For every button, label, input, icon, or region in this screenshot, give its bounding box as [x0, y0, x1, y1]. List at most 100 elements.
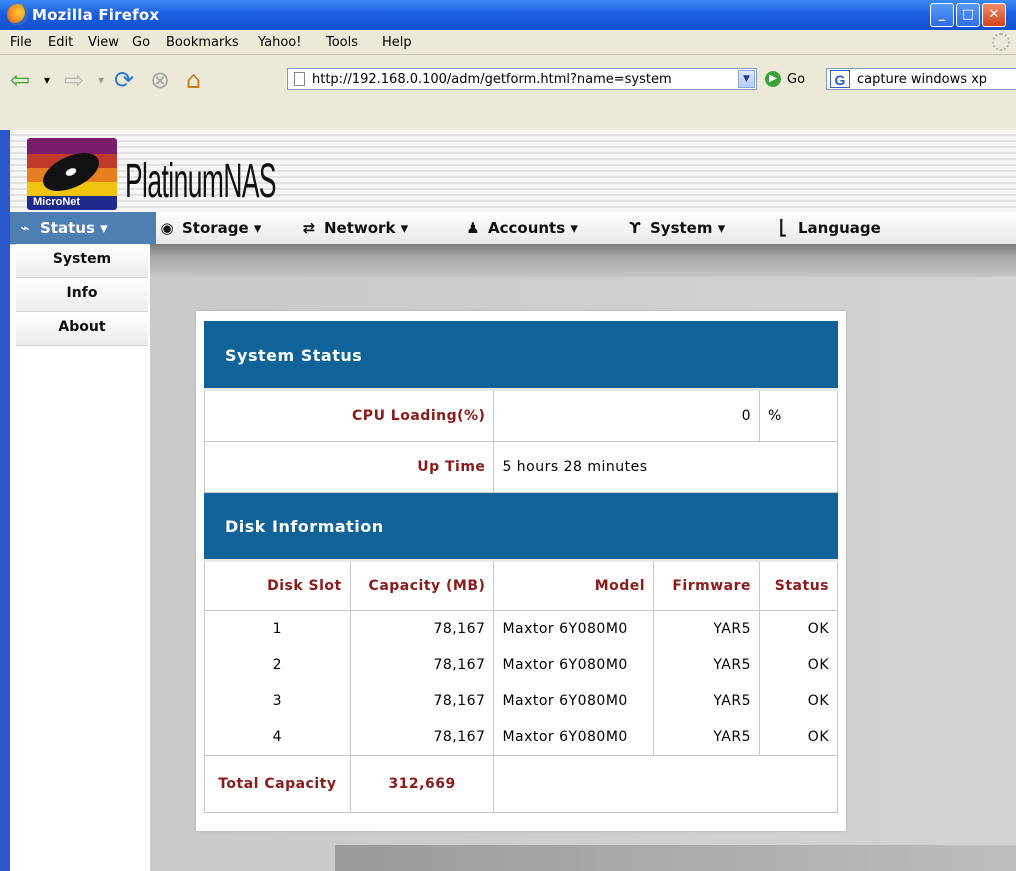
maximize-button[interactable]: □ [956, 3, 980, 27]
menu-help[interactable]: Help [382, 35, 412, 50]
disk-slot-cell: 1 [204, 610, 351, 647]
url-text: http://192.168.0.100/adm/getform.html?na… [312, 72, 672, 87]
disk-slot-cell: 2 [204, 647, 351, 683]
firmware-cell: YAR5 [653, 610, 760, 647]
search-input[interactable]: G capture windows xp [826, 68, 1016, 90]
go-arrow-icon[interactable]: ▶ [765, 71, 781, 87]
col-firmware: Firmware [653, 560, 760, 611]
nav-language-label: Language [798, 219, 881, 237]
total-capacity-label: Total Capacity [204, 755, 351, 813]
google-search-icon[interactable]: G [830, 70, 850, 88]
minimize-button[interactable]: _ [930, 3, 954, 27]
nav-language[interactable]: ⎣ Language [774, 212, 881, 244]
menu-tools[interactable]: Tools [326, 35, 358, 50]
capacity-cell: 78,167 [349, 610, 495, 647]
firmware-cell: YAR5 [653, 719, 760, 756]
subheader-bar [150, 244, 1016, 277]
status-table: System Status CPU Loading(%) 0 % Up Time… [203, 321, 838, 813]
navigation-toolbar: ⇦ ▾ ⇨ ▾ ⟳ ⊗ ⌂ http://192.168.0.100/adm/g… [0, 55, 1016, 130]
logo-text: MicroNet [31, 196, 83, 208]
users-icon: ♟ [466, 219, 480, 237]
status-dropdown-menu: System Info About [16, 244, 148, 346]
page-viewport: MicroNet PlatinumNAS ⌁ Status ▾ ◉ Storage … [10, 130, 1016, 871]
status-cell: OK [759, 719, 838, 756]
url-bar[interactable]: http://192.168.0.100/adm/getform.html?na… [287, 68, 757, 90]
page-icon [294, 72, 305, 86]
cpu-loading-unit: % [759, 389, 838, 442]
micronet-logo: MicroNet [27, 138, 117, 210]
status-menu-system[interactable]: System [16, 244, 148, 278]
nav-status-label: Status ▾ [40, 219, 108, 237]
status-cell: OK [759, 610, 838, 647]
go-button[interactable]: Go [787, 72, 805, 87]
model-cell: Maxtor 6Y080M0 [493, 683, 655, 719]
reload-icon[interactable]: ⟳ [114, 66, 134, 94]
close-button[interactable]: ✕ [982, 3, 1006, 27]
table-row: 2 78,167 Maxtor 6Y080M0 YAR5 OK [204, 647, 838, 683]
forward-arrow-icon[interactable]: ⇨ [64, 66, 84, 94]
disk-information-heading: Disk Information [204, 492, 838, 562]
capacity-cell: 78,167 [349, 683, 495, 719]
nav-status[interactable]: ⌁ Status ▾ [10, 212, 156, 244]
wrench-icon: ϒ [629, 219, 641, 237]
status-panel: System Status CPU Loading(%) 0 % Up Time… [196, 311, 846, 831]
menu-bookmarks[interactable]: Bookmarks [166, 35, 239, 50]
menu-edit[interactable]: Edit [48, 35, 73, 50]
main-nav: ⌁ Status ▾ ◉ Storage ▾ ⇄ Network ▾ ♟ Account… [10, 212, 1016, 245]
nav-system[interactable]: ϒ System ▾ [626, 212, 725, 244]
brand-title: PlatinumNAS [125, 155, 277, 208]
menu-go[interactable]: Go [132, 35, 150, 50]
capacity-cell: 78,167 [349, 647, 495, 683]
table-row: 1 78,167 Maxtor 6Y080M0 YAR5 OK [204, 610, 838, 647]
search-text: capture windows xp [857, 72, 988, 87]
menu-yahoo[interactable]: Yahoo! [258, 35, 301, 50]
uptime-label: Up Time [203, 441, 495, 493]
system-status-heading: System Status [204, 321, 838, 391]
col-disk-slot: Disk Slot [204, 560, 351, 611]
table-row: 3 78,167 Maxtor 6Y080M0 YAR5 OK [204, 683, 838, 719]
nav-network[interactable]: ⇄ Network ▾ [300, 212, 408, 244]
firmware-cell: YAR5 [653, 683, 760, 719]
back-arrow-icon[interactable]: ⇦ [10, 66, 30, 94]
disk-slot-cell: 3 [204, 683, 351, 719]
nav-accounts[interactable]: ♟ Accounts ▾ [464, 212, 578, 244]
footer-shade [335, 845, 1016, 871]
status-cell: OK [759, 683, 838, 719]
nav-accounts-label: Accounts ▾ [488, 219, 578, 237]
nav-network-label: Network ▾ [324, 219, 409, 237]
home-icon[interactable]: ⌂ [186, 66, 201, 94]
col-capacity: Capacity (MB) [349, 560, 495, 611]
menu-file[interactable]: File [10, 35, 32, 50]
window-titlebar: Mozilla Firefox _ □ ✕ [0, 0, 1016, 30]
capacity-cell: 78,167 [349, 719, 495, 756]
throbber-icon [992, 33, 1010, 51]
header-band: MicroNet PlatinumNAS [10, 130, 1016, 212]
firefox-logo-icon [7, 4, 28, 25]
hdd-icon: ⌁ [20, 219, 30, 237]
status-menu-info[interactable]: Info [16, 278, 148, 312]
firmware-cell: YAR5 [653, 647, 760, 683]
table-row: 4 78,167 Maxtor 6Y080M0 YAR5 OK [204, 719, 838, 756]
language-icon: ⎣ [779, 219, 787, 237]
status-menu-about[interactable]: About [16, 312, 148, 346]
back-history-dropdown-icon[interactable]: ▾ [44, 66, 50, 94]
cpu-loading-value: 0 [493, 389, 760, 442]
cpu-loading-label: CPU Loading(%) [203, 389, 495, 442]
model-cell: Maxtor 6Y080M0 [493, 719, 655, 756]
nav-storage-label: Storage ▾ [182, 219, 262, 237]
col-status: Status [759, 560, 838, 611]
col-model: Model [493, 560, 655, 611]
disc-icon: ◉ [160, 219, 174, 237]
nav-storage[interactable]: ◉ Storage ▾ [158, 212, 261, 244]
menu-view[interactable]: View [88, 35, 119, 50]
left-column [10, 277, 150, 871]
total-empty-cell [493, 755, 838, 813]
disk-slot-cell: 4 [204, 719, 351, 756]
url-history-dropdown-icon[interactable]: ▼ [738, 70, 755, 88]
uptime-value: 5 hours 28 minutes [493, 441, 838, 493]
status-cell: OK [759, 647, 838, 683]
window-title: Mozilla Firefox [32, 6, 160, 24]
forward-history-dropdown-icon[interactable]: ▾ [98, 66, 104, 94]
stop-icon[interactable]: ⊗ [150, 66, 170, 94]
total-capacity-value: 312,669 [349, 755, 495, 813]
